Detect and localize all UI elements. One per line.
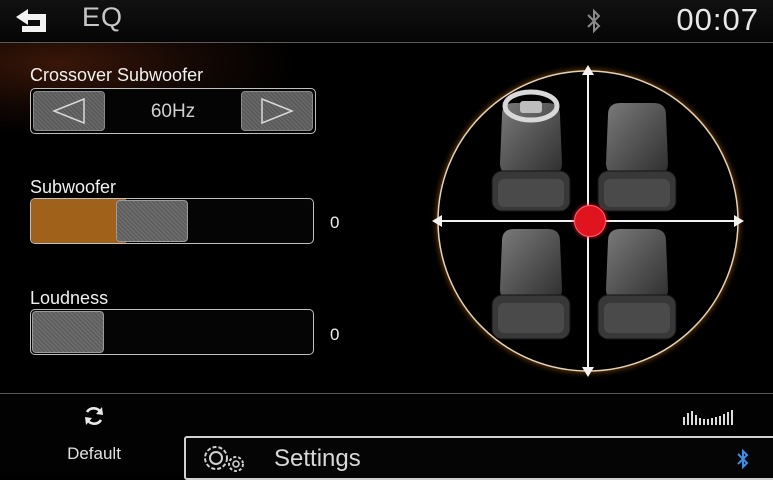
refresh-icon	[85, 407, 103, 425]
gears-icon	[204, 446, 244, 472]
balance-position-handle[interactable]	[574, 205, 606, 237]
bottom-bar: Default Settings	[0, 393, 773, 480]
settings-label: Settings	[274, 445, 361, 472]
subwoofer-fill	[31, 199, 126, 243]
seat-front-right-icon	[597, 103, 677, 212]
seat-front-left-icon	[491, 89, 571, 212]
loudness-slider-thumb[interactable]	[32, 311, 104, 353]
page-title: EQ	[82, 2, 124, 32]
seat-rear-left-icon	[491, 229, 571, 340]
loudness-value: 0	[330, 325, 340, 344]
default-button[interactable]: Default	[38, 402, 160, 463]
triangle-right-icon	[261, 97, 294, 125]
back-arrow-icon	[16, 9, 46, 32]
bluetooth-icon	[737, 448, 749, 470]
subwoofer-slider[interactable]	[30, 198, 314, 244]
top-bar: EQ 00:07	[0, 0, 773, 43]
signal-bars-icon	[683, 410, 733, 425]
crossover-selector: 60Hz	[30, 88, 316, 134]
loudness-label: Loudness	[30, 288, 109, 308]
settings-bar[interactable]: Settings	[184, 436, 773, 480]
loudness-slider[interactable]	[30, 309, 314, 355]
default-label: Default	[67, 444, 121, 463]
subwoofer-label: Subwoofer	[30, 177, 117, 197]
clock: 00:07	[676, 2, 759, 37]
subwoofer-slider-thumb[interactable]	[116, 200, 188, 242]
back-button[interactable]	[14, 6, 54, 36]
subwoofer-value: 0	[330, 213, 340, 232]
crossover-increase-button[interactable]	[241, 91, 313, 131]
bluetooth-icon	[587, 8, 601, 34]
seat-rear-right-icon	[597, 229, 677, 340]
crossover-label: Crossover Subwoofer	[30, 65, 204, 85]
